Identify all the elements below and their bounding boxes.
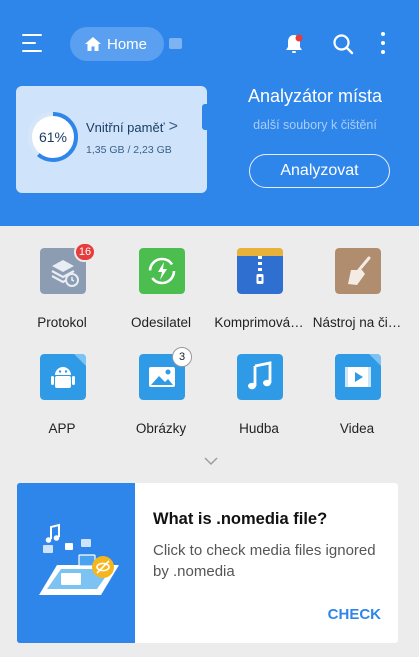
android-icon [40, 354, 86, 400]
category-label: Videa [339, 421, 375, 436]
analyzer-subtitle: další soubory k čištění [253, 118, 377, 132]
category-label: Nástroj na či… [312, 315, 402, 330]
promo-description: Click to check media files ignored by .n… [153, 542, 376, 580]
storage-size: 1,35 GB / 2,23 GB [86, 144, 172, 156]
zip-icon [237, 248, 283, 294]
category-log[interactable]: Protokol [12, 240, 112, 340]
storage-percent: 61% [38, 129, 68, 145]
card-notch [202, 104, 208, 130]
storage-title: Vnitřní paměť > [86, 118, 178, 136]
category-label: Obrázky [135, 421, 187, 436]
chevron-down-icon[interactable] [203, 456, 219, 466]
category-app[interactable]: APP [12, 346, 112, 446]
unread-badge: 16 [74, 242, 96, 262]
bell-icon[interactable] [282, 32, 306, 56]
analyze-button[interactable]: Analyzovat [249, 154, 390, 188]
music-icon [237, 354, 283, 400]
category-music[interactable]: Hudba [209, 346, 309, 446]
home-icon [85, 37, 101, 51]
breadcrumb-tag-icon [169, 38, 182, 49]
home-label: Home [107, 35, 148, 53]
hamburger-icon[interactable] [22, 34, 42, 52]
category-sender[interactable]: Odesilatel [111, 240, 211, 340]
sender-icon [139, 248, 185, 294]
category-cleaner[interactable]: Nástroj na či… [307, 240, 407, 340]
category-label: Hudba [239, 421, 279, 436]
analyzer-title: Analyzátor místa [247, 86, 383, 106]
check-button[interactable]: CHECK [328, 606, 381, 623]
more-vertical-icon[interactable] [378, 31, 388, 57]
top-bar: Home [0, 22, 419, 68]
media-hidden-illustration [17, 483, 135, 643]
category-videos[interactable]: Videa [307, 346, 407, 446]
broom-icon [335, 248, 381, 294]
internal-storage-card[interactable]: 61% Vnitřní paměť > 1,35 GB / 2,23 GB [16, 86, 208, 193]
count-badge: 3 [172, 347, 192, 367]
search-icon[interactable] [331, 32, 355, 56]
category-images[interactable]: Obrázky [111, 346, 211, 446]
category-compressed[interactable]: Komprimová… [209, 240, 309, 340]
category-label: Odesilatel [130, 315, 192, 330]
category-label: Protokol [37, 315, 87, 330]
chevron-right-icon: > [168, 118, 178, 135]
nomedia-promo-card[interactable]: What is .nomedia file? Click to check me… [17, 483, 398, 643]
category-label: APP [48, 421, 76, 436]
category-label: Komprimová… [214, 315, 304, 330]
video-icon [335, 354, 381, 400]
home-breadcrumb[interactable]: Home [70, 27, 164, 61]
storage-title-label: Vnitřní paměť [86, 119, 165, 135]
promo-title: What is .nomedia file? [153, 510, 328, 528]
header: Home 61% Vnitřní paměť > 1,35 GB / 2,23 … [0, 0, 419, 226]
